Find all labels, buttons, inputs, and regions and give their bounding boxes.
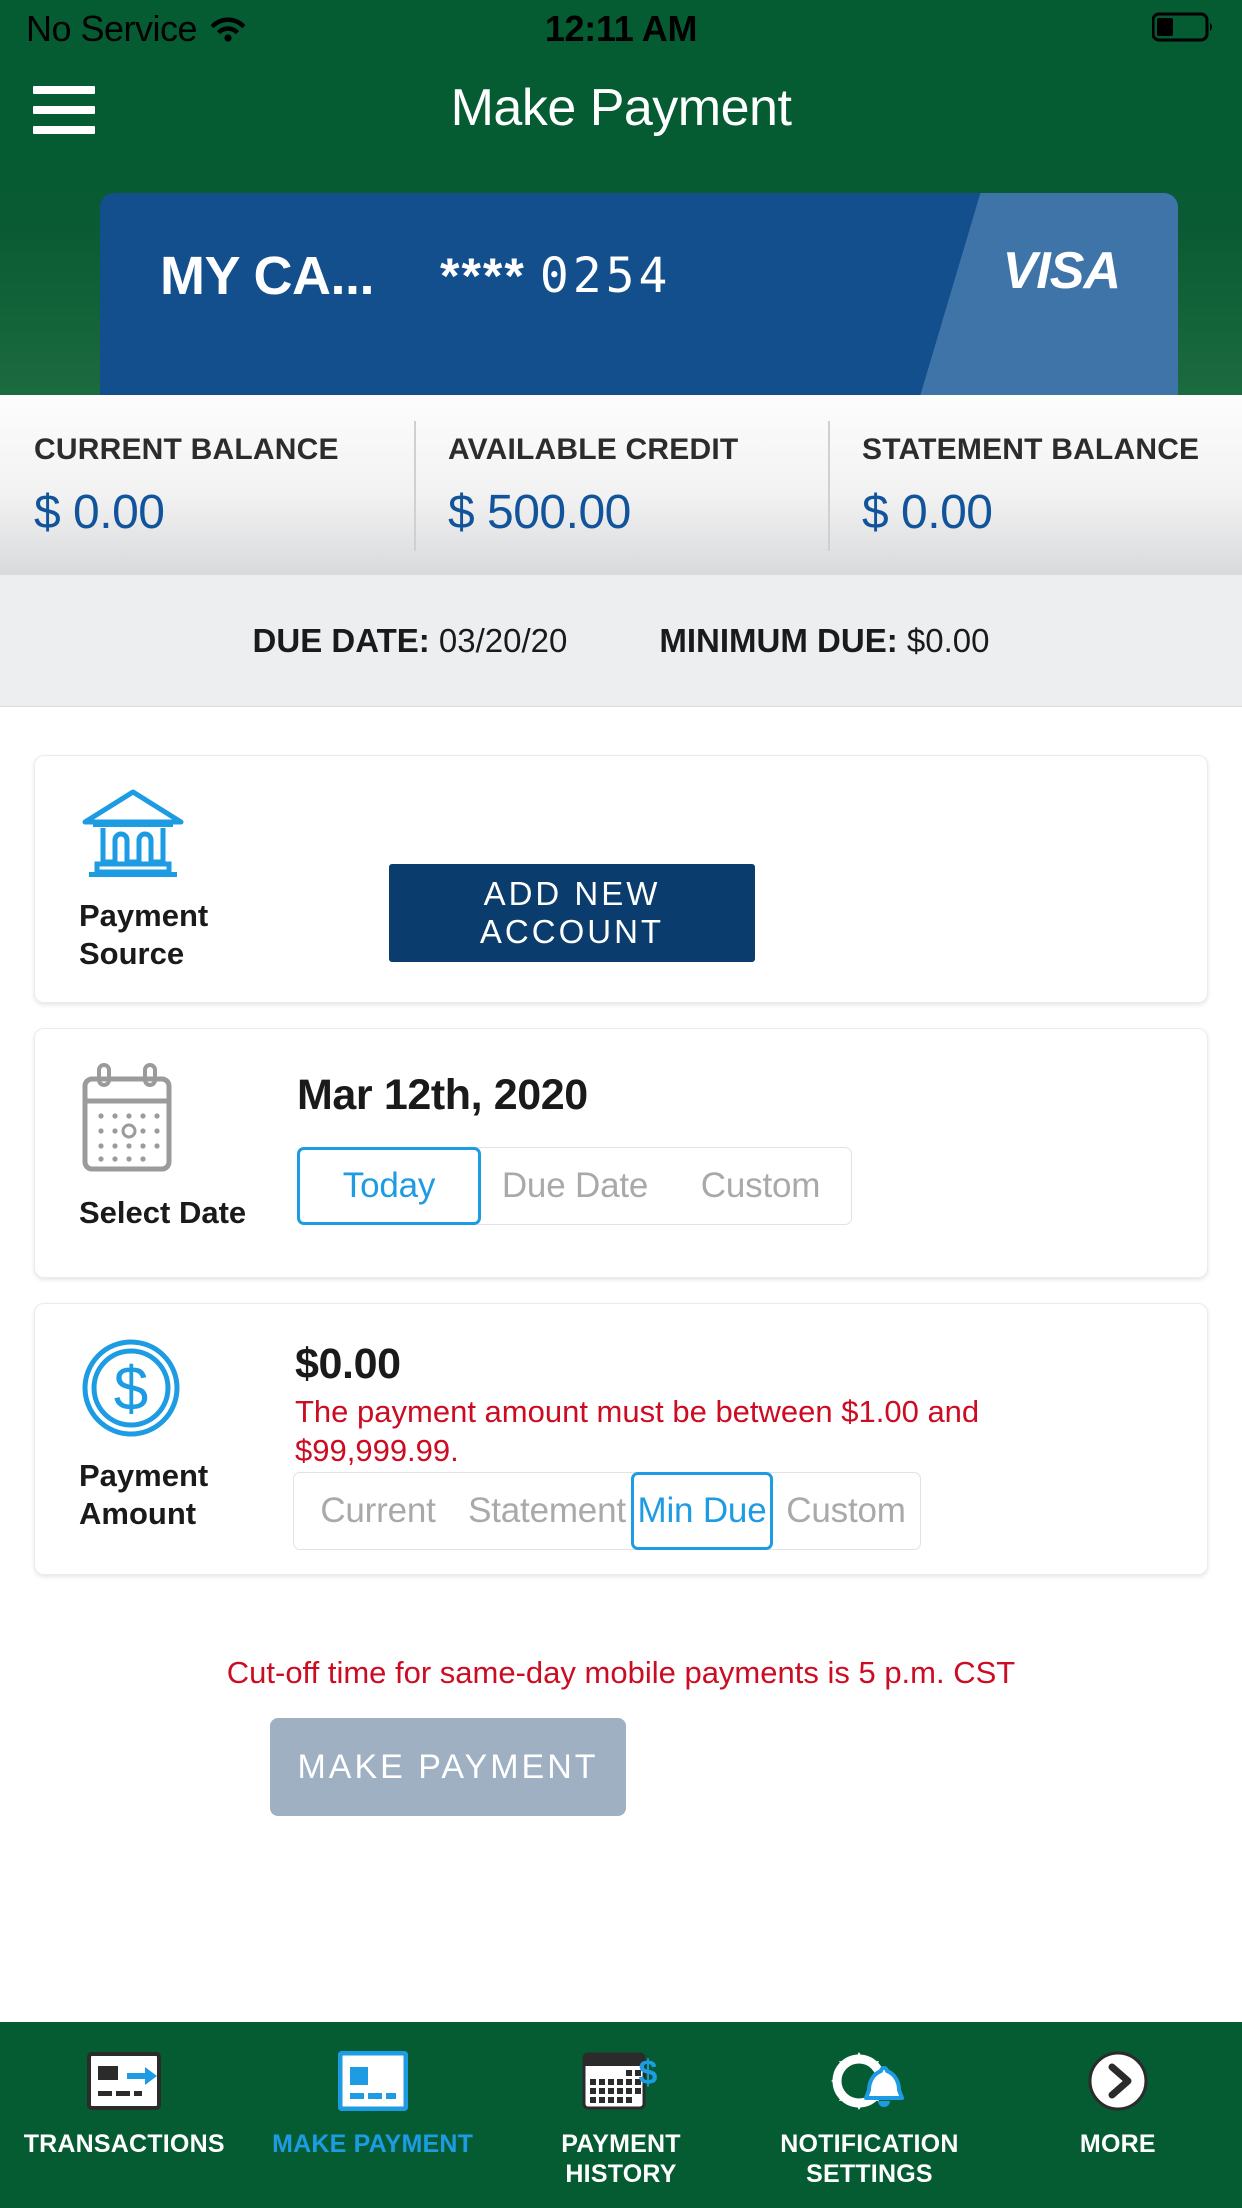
payment-source-panel: Payment Source ADD NEW ACCOUNT	[34, 755, 1208, 1003]
tab-make-payment[interactable]: MAKE PAYMENT	[248, 2044, 496, 2160]
balance-cell-current: CURRENT BALANCE $ 0.00	[0, 395, 414, 575]
tab-label-payment-history: PAYMENT HISTORY	[561, 2130, 680, 2189]
balance-cell-available-credit: AVAILABLE CREDIT $ 500.00	[414, 395, 828, 575]
minimum-due-item: MINIMUM DUE: $0.00	[659, 622, 989, 660]
payment-source-caption-line1: Payment	[79, 898, 209, 933]
dollar-coin-icon: $	[79, 1339, 183, 1444]
due-summary-row: DUE DATE: 03/20/20 MINIMUM DUE: $0.00	[0, 575, 1242, 707]
calendar-dollar-icon: $	[582, 2044, 660, 2118]
card-arrow-icon	[87, 2044, 162, 2118]
tab-label-notification-settings: NOTIFICATION SETTINGS	[780, 2130, 958, 2189]
date-option-segmented-control: Today Due Date Custom	[297, 1147, 852, 1225]
tab-label-make-payment: MAKE PAYMENT	[272, 2130, 474, 2158]
app-screen: No Service 12:11 AM Make Payment MY CA..…	[0, 0, 1242, 2208]
status-bar: No Service 12:11 AM	[0, 0, 1242, 58]
tab-label-more: MORE	[1079, 2130, 1156, 2158]
make-payment-button[interactable]: MAKE PAYMENT	[270, 1718, 626, 1816]
tab-payment-history[interactable]: $ PAYMENT HISTORY	[497, 2044, 745, 2189]
due-date-item: DUE DATE: 03/20/20	[253, 622, 568, 660]
tab-label-line2: HISTORY	[565, 2159, 677, 2188]
payment-amount-icon-column: $ Payment Amount	[79, 1336, 269, 1534]
balance-summary: CURRENT BALANCE $ 0.00 AVAILABLE CREDIT …	[0, 395, 1242, 575]
amount-option-min-due[interactable]: Min Due	[631, 1472, 773, 1550]
payment-source-caption-line2: Source	[79, 936, 185, 972]
chevron-right-circle-icon	[1087, 2044, 1149, 2118]
svg-text:$: $	[639, 2054, 658, 2092]
tab-label-line1: NOTIFICATION	[780, 2130, 959, 2158]
select-date-icon-column: Select Date	[79, 1061, 269, 1232]
bottom-tab-bar: TRANSACTIONS MAKE PAYMENT $ PAYMENT HIST…	[0, 2022, 1242, 2208]
payment-amount-caption-line2: Amount	[79, 1496, 197, 1532]
visa-logo: VISA	[1002, 242, 1121, 300]
credit-card-tile[interactable]: MY CA... **** 0254 VISA	[100, 193, 1178, 395]
tab-more[interactable]: MORE	[994, 2044, 1242, 2160]
payment-amount-panel: $ Payment Amount $0.00 The payment amoun…	[34, 1303, 1208, 1575]
page-title: Make Payment	[450, 79, 792, 137]
card-number-masked: **** 0254	[440, 247, 671, 305]
balance-label: CURRENT BALANCE	[34, 433, 339, 466]
minimum-due-value: $0.00	[906, 621, 990, 659]
card-hero: MY CA... **** 0254 VISA	[0, 161, 1242, 395]
tab-notification-settings[interactable]: NOTIFICATION SETTINGS	[745, 2044, 993, 2189]
cutoff-notice: Cut-off time for same-day mobile payment…	[226, 1655, 1016, 1690]
tab-transactions[interactable]: TRANSACTIONS	[0, 2044, 248, 2160]
balance-value: $ 500.00	[448, 486, 631, 539]
card-blue-icon	[337, 2044, 408, 2118]
selected-date-value: Mar 12th, 2020	[297, 1071, 588, 1119]
payment-amount-error-message: The payment amount must be between $1.00…	[295, 1394, 980, 1469]
card-nickname: MY CA...	[160, 246, 375, 306]
tab-label-line2: SETTINGS	[806, 2159, 933, 2188]
status-bar-clock: 12:11 AM	[544, 8, 698, 49]
minimum-due-label: MINIMUM DUE:	[659, 621, 898, 659]
payment-source-caption: Payment Source	[79, 897, 269, 974]
nav-bar: Make Payment	[0, 58, 1242, 161]
balance-value: $ 0.00	[34, 486, 165, 539]
battery-icon	[1151, 11, 1216, 48]
amount-option-current[interactable]: Current	[294, 1473, 462, 1549]
tab-label-line1: PAYMENT	[561, 2130, 681, 2158]
date-option-custom[interactable]: Custom	[670, 1148, 851, 1224]
add-new-account-button[interactable]: ADD NEW ACCOUNT	[389, 864, 755, 962]
amount-option-segmented-control: Current Statement Min Due Custom	[293, 1472, 921, 1550]
balance-cell-statement: STATEMENT BALANCE $ 0.00	[828, 395, 1242, 575]
payment-amount-value[interactable]: $0.00	[295, 1340, 401, 1389]
balance-value: $ 0.00	[862, 486, 993, 539]
balance-label: AVAILABLE CREDIT	[448, 433, 739, 466]
select-date-panel: Select Date Mar 12th, 2020 Today Due Dat…	[34, 1028, 1208, 1278]
due-date-value: 03/20/20	[438, 621, 568, 659]
payment-source-icon-column: Payment Source	[79, 788, 269, 974]
tab-label-transactions: TRANSACTIONS	[23, 2130, 225, 2158]
bank-icon	[79, 789, 187, 884]
amount-option-custom[interactable]: Custom	[772, 1473, 920, 1549]
card-last4: 0254	[539, 248, 672, 304]
date-option-today[interactable]: Today	[297, 1147, 481, 1225]
calendar-icon	[79, 1063, 175, 1181]
amount-option-statement[interactable]: Statement	[462, 1473, 632, 1549]
svg-text:$: $	[114, 1355, 148, 1424]
card-mask-stars: ****	[440, 248, 526, 304]
balance-label: STATEMENT BALANCE	[862, 433, 1200, 466]
gear-bell-icon	[829, 2044, 909, 2118]
date-option-due-date[interactable]: Due Date	[480, 1148, 670, 1224]
due-date-label: DUE DATE:	[252, 621, 430, 659]
payment-amount-caption: Payment Amount	[79, 1457, 269, 1534]
payment-amount-caption-line1: Payment	[79, 1458, 209, 1493]
select-date-caption: Select Date	[79, 1195, 247, 1230]
